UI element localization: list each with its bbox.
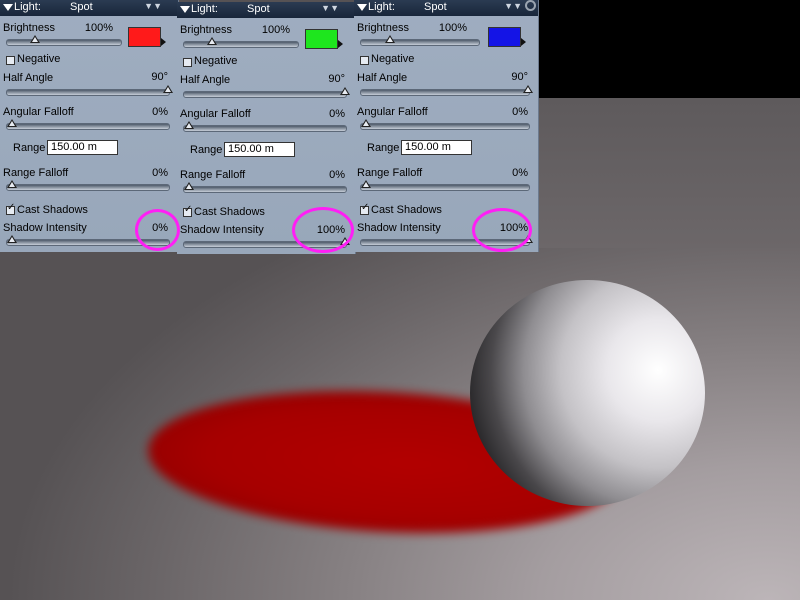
negative-label: Negative (371, 53, 415, 65)
range-falloff-value: 0% (152, 167, 168, 179)
range-falloff-slider[interactable] (6, 180, 170, 191)
half-angle-value: 90° (151, 71, 168, 83)
chevron-down-icon[interactable]: ▼▼ (144, 1, 162, 11)
angular-falloff-label: Angular Falloff (3, 106, 74, 118)
negative-checkbox[interactable] (360, 56, 369, 65)
slider-thumb-icon[interactable] (361, 119, 371, 127)
collapse-triangle-icon[interactable] (180, 6, 190, 13)
brightness-slider[interactable] (183, 37, 299, 48)
sphere (470, 280, 705, 506)
brightness-value: 100% (261, 24, 290, 36)
highlight-circle-1 (135, 209, 180, 251)
highlight-circle-2 (292, 207, 354, 253)
half-angle-slider[interactable] (183, 87, 350, 98)
slider-thumb-icon[interactable] (361, 180, 371, 188)
range-falloff-label: Range Falloff (357, 167, 423, 179)
gear-icon[interactable] (525, 0, 536, 11)
slider-thumb-icon[interactable] (163, 85, 173, 93)
cast-shadows-label: Cast Shadows (194, 206, 265, 218)
range-input[interactable] (224, 142, 295, 157)
range-input[interactable] (47, 140, 118, 155)
swatch-arrow-icon[interactable] (161, 38, 166, 46)
shadow-intensity-label: Shadow Intensity (357, 222, 441, 234)
angular-falloff-slider[interactable] (6, 119, 170, 130)
viewport-black-area (538, 0, 800, 98)
half-angle-label: Half Angle (357, 72, 408, 84)
angular-falloff-label: Angular Falloff (357, 106, 428, 118)
panel-header[interactable]: Light: Spot ▼▼ (177, 2, 355, 18)
light-color-swatch[interactable] (488, 27, 521, 47)
half-angle-label: Half Angle (3, 72, 54, 84)
light-label: Light: (368, 1, 395, 13)
negative-checkbox[interactable] (183, 58, 192, 67)
brightness-slider[interactable] (6, 35, 122, 46)
range-falloff-label: Range Falloff (3, 167, 69, 179)
chevron-down-icon[interactable]: ▼▼ (504, 1, 522, 11)
negative-label: Negative (194, 55, 238, 67)
chevron-down-icon[interactable]: ▼▼ (321, 3, 339, 13)
range-label: Range (367, 142, 400, 154)
collapse-triangle-icon[interactable] (3, 4, 13, 11)
slider-thumb-icon[interactable] (523, 85, 533, 93)
light-label: Light: (14, 1, 41, 13)
brightness-label: Brightness (357, 22, 409, 34)
half-angle-value: 90° (328, 73, 345, 85)
angular-falloff-label: Angular Falloff (180, 108, 251, 120)
slider-thumb-icon[interactable] (184, 121, 194, 129)
panel-header[interactable]: Light: Spot ▼▼ (354, 0, 538, 16)
negative-checkbox[interactable] (6, 56, 15, 65)
brightness-value: 100% (438, 22, 467, 34)
slider-thumb-icon[interactable] (207, 37, 217, 45)
range-label: Range (13, 142, 46, 154)
cast-shadows-checkbox[interactable] (6, 202, 15, 215)
shadow-intensity-label: Shadow Intensity (3, 222, 87, 234)
angular-falloff-value: 0% (329, 108, 345, 120)
shadow-intensity-label: Shadow Intensity (180, 224, 264, 236)
brightness-label: Brightness (3, 22, 55, 34)
brightness-label: Brightness (180, 24, 232, 36)
range-input[interactable] (401, 140, 472, 155)
light-type-value[interactable]: Spot (424, 1, 447, 13)
brightness-value: 100% (84, 22, 113, 34)
slider-thumb-icon[interactable] (7, 235, 17, 243)
light-label: Light: (191, 3, 218, 15)
light-color-swatch[interactable] (128, 27, 161, 47)
brightness-slider[interactable] (360, 35, 480, 46)
range-falloff-slider[interactable] (183, 182, 347, 193)
half-angle-value: 90° (511, 71, 528, 83)
angular-falloff-value: 0% (152, 106, 168, 118)
viewport-horizon (538, 98, 800, 248)
light-type-value[interactable]: Spot (70, 1, 93, 13)
highlight-circle-3 (472, 208, 532, 252)
light-color-swatch[interactable] (305, 29, 338, 49)
slider-thumb-icon[interactable] (7, 180, 17, 188)
half-angle-slider[interactable] (360, 85, 533, 96)
slider-thumb-icon[interactable] (385, 35, 395, 43)
cast-shadows-label: Cast Shadows (371, 204, 442, 216)
half-angle-slider[interactable] (6, 85, 173, 96)
slider-thumb-icon[interactable] (184, 182, 194, 190)
panel-header[interactable]: Light: Spot ▼▼ (0, 0, 178, 16)
swatch-arrow-icon[interactable] (338, 40, 343, 48)
slider-thumb-icon[interactable] (30, 35, 40, 43)
swatch-arrow-icon[interactable] (521, 38, 526, 46)
light-type-value[interactable]: Spot (247, 3, 270, 15)
slider-thumb-icon[interactable] (7, 119, 17, 127)
range-falloff-slider[interactable] (360, 180, 530, 191)
cast-shadows-label: Cast Shadows (17, 204, 88, 216)
range-falloff-value: 0% (329, 169, 345, 181)
cast-shadows-checkbox[interactable] (183, 204, 192, 217)
angular-falloff-slider[interactable] (183, 121, 347, 132)
range-falloff-label: Range Falloff (180, 169, 246, 181)
angular-falloff-slider[interactable] (360, 119, 530, 130)
collapse-triangle-icon[interactable] (357, 4, 367, 11)
negative-label: Negative (17, 53, 61, 65)
half-angle-label: Half Angle (180, 74, 231, 86)
range-falloff-value: 0% (512, 167, 528, 179)
slider-thumb-icon[interactable] (340, 87, 350, 95)
angular-falloff-value: 0% (512, 106, 528, 118)
range-label: Range (190, 144, 223, 156)
cast-shadows-checkbox[interactable] (360, 202, 369, 215)
